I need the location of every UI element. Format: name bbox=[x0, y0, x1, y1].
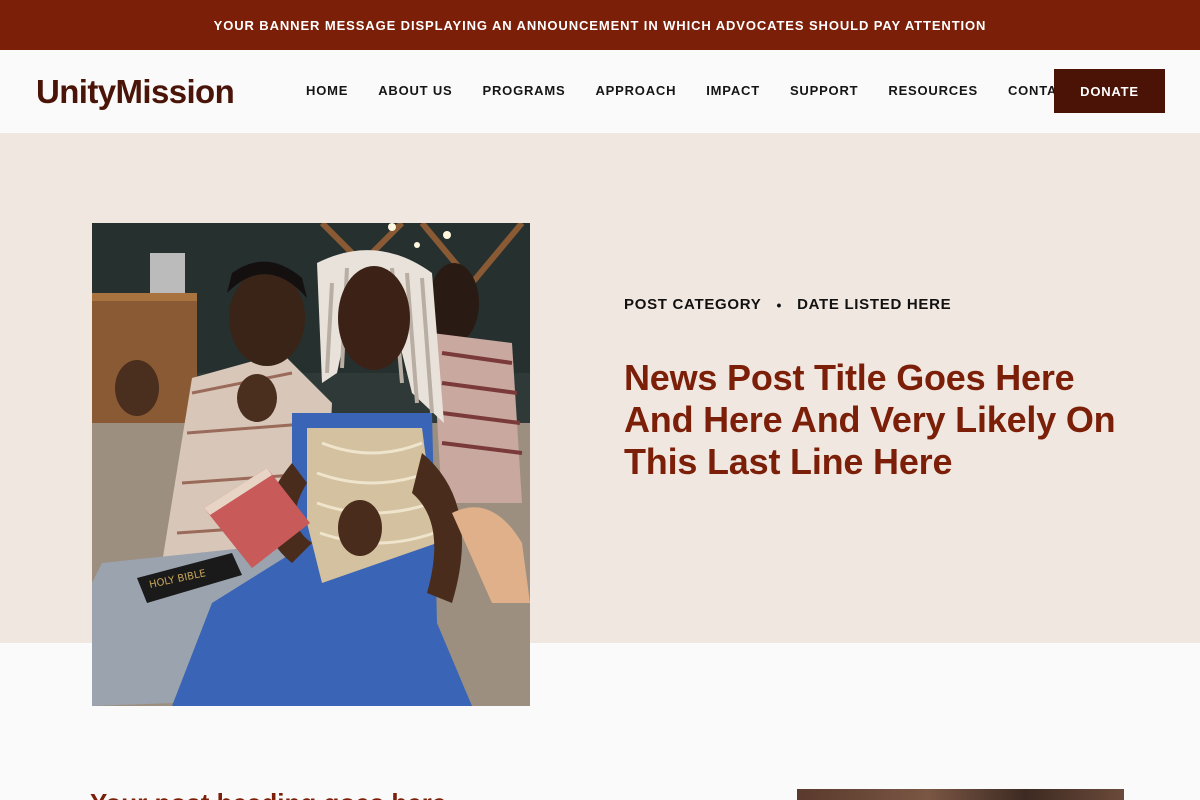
post-date: DATE LISTED HERE bbox=[797, 296, 952, 313]
post-category[interactable]: POST CATEGORY bbox=[624, 296, 761, 313]
post-subheading: Your post heading goes here bbox=[90, 788, 446, 800]
nav-support[interactable]: SUPPORT bbox=[790, 83, 858, 98]
post-title: News Post Title Goes Here And Here And V… bbox=[624, 357, 1116, 482]
nav-resources[interactable]: RESOURCES bbox=[888, 83, 978, 98]
post-meta: POST CATEGORY • DATE LISTED HERE bbox=[624, 296, 951, 313]
nav-impact[interactable]: IMPACT bbox=[706, 83, 760, 98]
side-image bbox=[797, 789, 1124, 800]
nav-home[interactable]: HOME bbox=[306, 83, 348, 98]
main-nav: HOME ABOUT US PROGRAMS APPROACH IMPACT S… bbox=[306, 83, 1106, 98]
site-logo[interactable]: UnityMission bbox=[36, 73, 235, 111]
featured-image: HOLY BIBLE bbox=[92, 223, 530, 706]
donate-button[interactable]: DONATE bbox=[1054, 69, 1165, 113]
nav-programs[interactable]: PROGRAMS bbox=[483, 83, 566, 98]
meta-separator: • bbox=[776, 296, 783, 313]
nav-about-us[interactable]: ABOUT US bbox=[378, 83, 452, 98]
announcement-banner: YOUR BANNER MESSAGE DISPLAYING AN ANNOUN… bbox=[0, 0, 1200, 50]
site-header: UnityMission HOME ABOUT US PROGRAMS APPR… bbox=[0, 50, 1200, 133]
nav-approach[interactable]: APPROACH bbox=[595, 83, 676, 98]
banner-message: YOUR BANNER MESSAGE DISPLAYING AN ANNOUN… bbox=[213, 17, 987, 33]
